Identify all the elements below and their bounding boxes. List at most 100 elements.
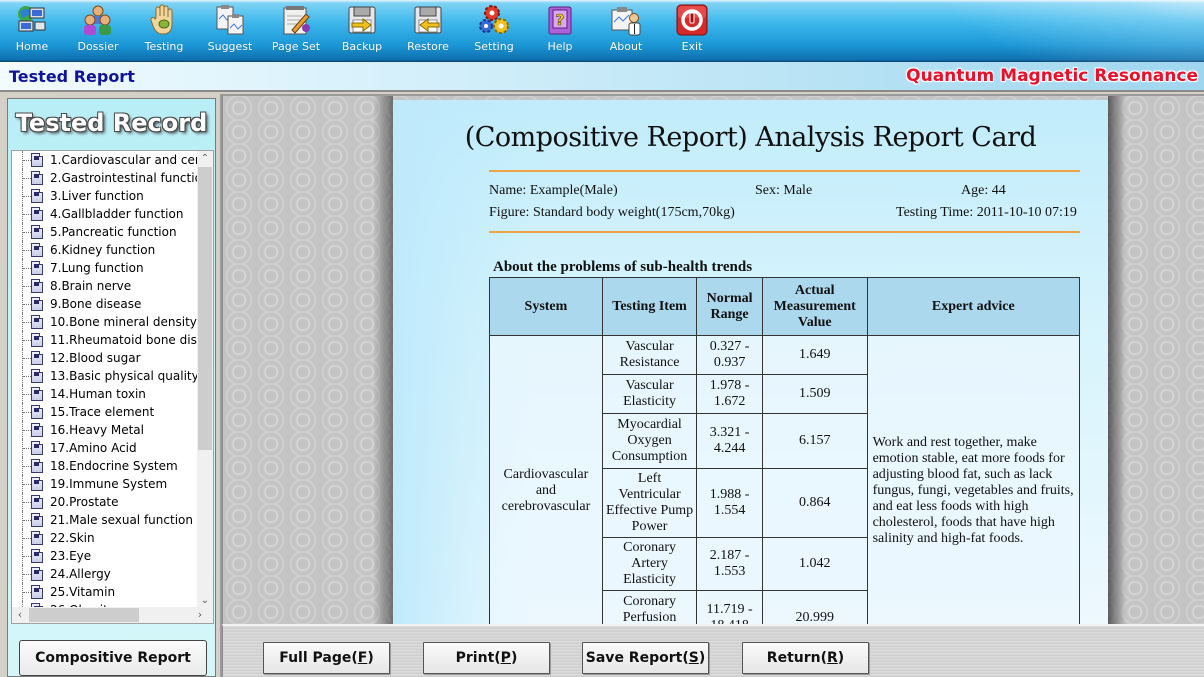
tree-item-label: 7.Lung function <box>50 261 144 275</box>
column-header-testing-item: Testing Item <box>601 277 698 336</box>
scroll-up-icon[interactable]: ⌃ <box>197 151 213 167</box>
tree-item[interactable]: 21.Male sexual function <box>12 511 198 529</box>
tree-item-label: 9.Bone disease <box>50 297 142 311</box>
toolbar-exit-button[interactable]: Exit <box>664 4 720 58</box>
toolbar-setting-button[interactable]: Setting <box>466 4 522 58</box>
scroll-right-icon[interactable]: › <box>192 607 208 623</box>
toolbar-home-button[interactable]: Home <box>4 4 60 58</box>
tree-item[interactable]: 18.Endocrine System <box>12 457 198 475</box>
toolbar-about-button[interactable]: About <box>598 4 654 58</box>
print-button[interactable]: Print(P) <box>423 642 550 674</box>
tree-item-label: 8.Brain nerve <box>50 279 132 293</box>
tree-item[interactable]: 9.Bone disease <box>12 295 198 313</box>
page-shadow-left <box>373 96 393 624</box>
tree-item[interactable]: 6.Kidney function <box>12 241 198 259</box>
report-viewer: (Compositive Report) Analysis Report Car… <box>222 94 1204 624</box>
tree-item[interactable]: 8.Brain nerve <box>12 277 198 295</box>
tree-item[interactable]: 10.Bone mineral density <box>12 313 198 331</box>
document-icon <box>31 387 43 401</box>
home-computers-icon <box>16 4 48 36</box>
tree-item[interactable]: 1.Cardiovascular and cerebrovascular <box>12 151 198 169</box>
tree-item-label: 18.Endocrine System <box>50 459 178 473</box>
power-exit-icon <box>676 4 708 36</box>
document-icon <box>31 315 43 329</box>
toolbar-label: Help <box>547 40 573 53</box>
toolbar-backup-button[interactable]: Backup <box>334 4 390 58</box>
page-shadow-right <box>1108 96 1126 624</box>
document-icon <box>31 585 43 599</box>
toolbar-label: Suggest <box>207 40 253 53</box>
toolbar-dossier-button[interactable]: Dossier <box>70 4 126 58</box>
full-page-button[interactable]: Full Page(F) <box>263 642 390 674</box>
left-panel: Tested Record 1.Cardiovascular and cereb… <box>0 94 222 677</box>
tree-item-label: 15.Trace element <box>50 405 155 419</box>
tree-item-label: 19.Immune System <box>50 477 168 491</box>
shortcut-key: F <box>357 650 368 666</box>
actual-value-cell: 1.509 <box>761 374 868 414</box>
actual-value-cell: 0.864 <box>761 468 868 538</box>
tree-item[interactable]: 7.Lung function <box>12 259 198 277</box>
return-button[interactable]: Return(R) <box>742 642 869 674</box>
toolbar-restore-button[interactable]: Restore <box>400 4 456 58</box>
svg-text:?: ? <box>556 11 565 29</box>
tree-item-label: 13.Basic physical quality <box>50 369 198 383</box>
scroll-left-icon[interactable]: ‹ <box>12 607 28 623</box>
toolbar-page-set-button[interactable]: Page Set <box>268 4 324 58</box>
tree-item-label: 20.Prostate <box>50 495 119 509</box>
tree-item-label: 16.Heavy Metal <box>50 423 144 437</box>
document-icon <box>31 351 43 365</box>
actual-value-cell: 1.042 <box>761 537 868 591</box>
tree-item[interactable]: 3.Liver function <box>12 187 198 205</box>
section-title: About the problems of sub-health trends <box>493 259 753 275</box>
tree-item[interactable]: 24.Allergy <box>12 565 198 583</box>
tree-item-label: 2.Gastrointestinal function <box>50 171 198 185</box>
toolbar-label: Backup <box>341 40 383 53</box>
document-icon <box>31 405 43 419</box>
report-table: System Testing Item Normal Range Actual … <box>489 277 1081 624</box>
toolbar-suggest-button[interactable]: Suggest <box>202 4 258 58</box>
tree-item[interactable]: 16.Heavy Metal <box>12 421 198 439</box>
toolbar-testing-button[interactable]: Testing <box>136 4 192 58</box>
toolbar-label: Testing <box>144 40 184 53</box>
toolbar-label: Restore <box>407 40 449 53</box>
document-icon <box>31 261 43 275</box>
gears-icon <box>478 4 510 36</box>
toolbar-help-button[interactable]: ? Help <box>532 4 588 58</box>
column-header-expert-advice: Expert advice <box>866 277 1081 336</box>
tree-item[interactable]: 13.Basic physical quality <box>12 367 198 385</box>
tree-item[interactable]: 12.Blood sugar <box>12 349 198 367</box>
document-icon <box>31 369 43 383</box>
document-icon <box>31 243 43 257</box>
tree-item[interactable]: 25.Vitamin <box>12 583 198 601</box>
patient-sex: Sex: Male <box>755 183 813 198</box>
normal-range-cell: 3.321 - 4.244 <box>696 413 763 469</box>
actual-value-cell: 1.649 <box>761 335 868 375</box>
tree-item[interactable]: 4.Gallbladder function <box>12 205 198 223</box>
compositive-report-button[interactable]: Compositive Report <box>19 640 207 676</box>
vertical-scroll-thumb[interactable] <box>198 167 212 450</box>
tree-item[interactable]: 20.Prostate <box>12 493 198 511</box>
floppy-restore-icon <box>412 4 444 36</box>
save-report-button[interactable]: Save Report(S) <box>582 642 709 674</box>
testing-item-cell: Vascular Elasticity <box>601 374 698 414</box>
tree-item[interactable]: 15.Trace element <box>12 403 198 421</box>
testing-time: Testing Time: 2011-10-10 07:19 <box>896 205 1077 220</box>
vertical-scrollbar[interactable]: ⌃ ⌄ <box>197 151 213 609</box>
tree-item[interactable]: 14.Human toxin <box>12 385 198 403</box>
tree-item[interactable]: 5.Pancreatic function <box>12 223 198 241</box>
tree-item[interactable]: 22.Skin <box>12 529 198 547</box>
tree-item[interactable]: 19.Immune System <box>12 475 198 493</box>
tree-item[interactable]: 11.Rheumatoid bone disease <box>12 331 198 349</box>
horizontal-scroll-thumb[interactable] <box>29 608 139 622</box>
record-tree[interactable]: 1.Cardiovascular and cerebrovascular 2.Ga… <box>11 150 214 624</box>
tree-item[interactable]: 17.Amino Acid <box>12 439 198 457</box>
document-icon <box>31 225 43 239</box>
hand-icon <box>148 4 180 36</box>
horizontal-scrollbar[interactable]: ‹ › <box>12 607 213 623</box>
column-header-system: System <box>489 277 603 336</box>
document-icon <box>31 477 43 491</box>
toolbar-label: Page Set <box>271 40 321 53</box>
tree-item[interactable]: 2.Gastrointestinal function <box>12 169 198 187</box>
tree-item[interactable]: 23.Eye <box>12 547 198 565</box>
toolbar-label: Exit <box>681 40 703 53</box>
